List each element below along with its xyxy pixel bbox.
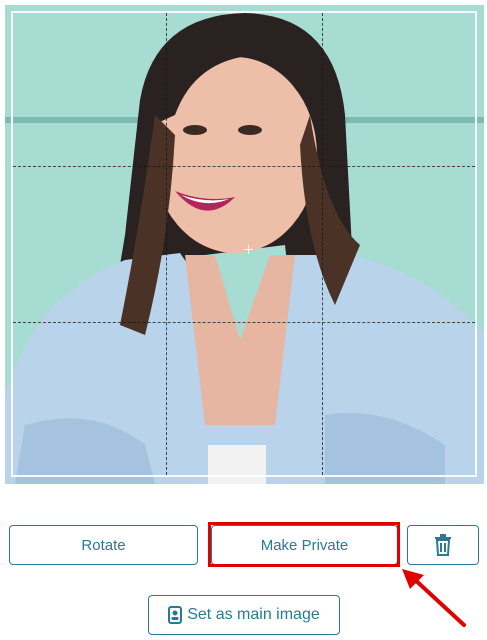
grid-line [322, 13, 323, 475]
set-main-image-button[interactable]: Set as main image [148, 595, 340, 635]
annotation-arrow [402, 569, 466, 627]
grid-line [13, 322, 475, 323]
rotate-button-label: Rotate [81, 536, 126, 554]
make-private-button-label: Make Private [260, 536, 349, 554]
set-main-image-button-label: Set as main image [187, 606, 320, 623]
crop-box[interactable] [11, 11, 477, 477]
rotate-button[interactable]: Rotate [9, 525, 198, 565]
trash-icon [435, 534, 451, 556]
grid-line [166, 13, 167, 475]
make-private-button[interactable]: Make Private [211, 525, 398, 565]
delete-button[interactable] [407, 525, 479, 565]
image-crop-area[interactable] [5, 5, 484, 484]
grid-line [13, 166, 475, 167]
crop-center-marker [244, 245, 253, 254]
id-badge-icon [168, 606, 183, 624]
